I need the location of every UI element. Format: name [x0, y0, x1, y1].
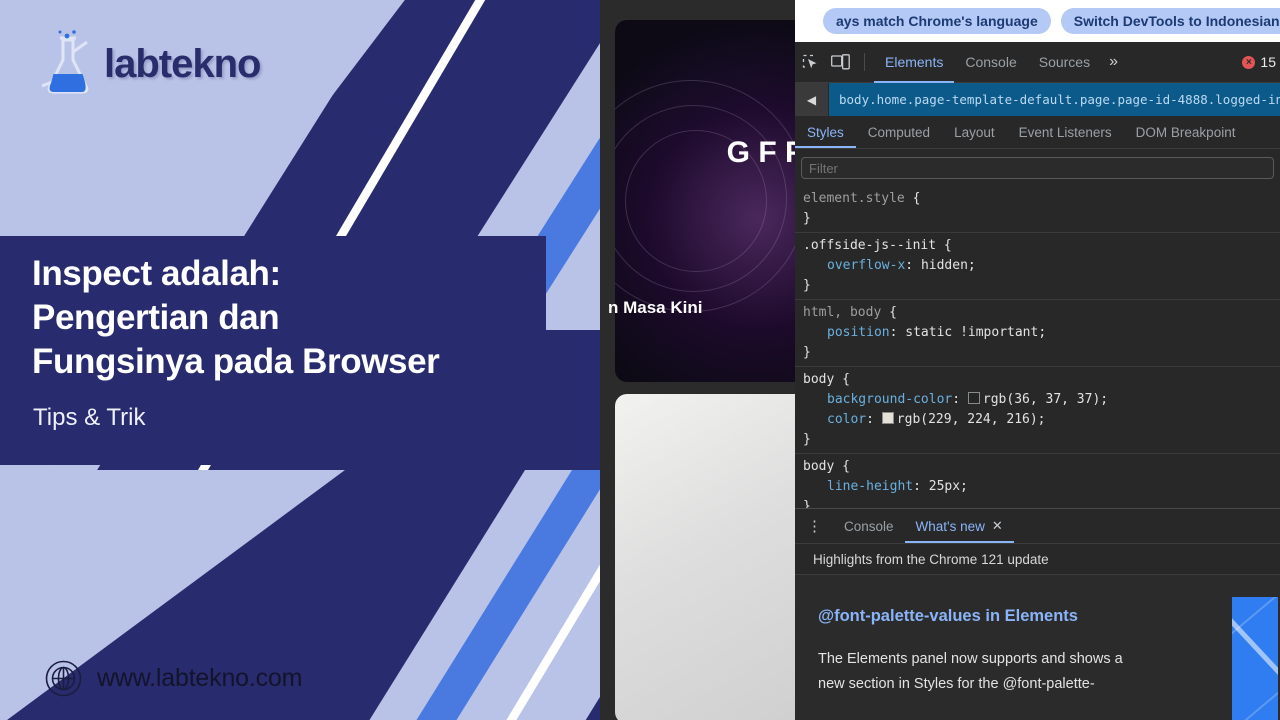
css-declaration[interactable]: background-color: rgb(36, 37, 37);	[803, 390, 1280, 410]
brand-logo: labtekno	[40, 30, 261, 98]
tab-console[interactable]: Console	[954, 42, 1027, 83]
css-selector[interactable]: element.style {	[803, 189, 1280, 209]
error-counter[interactable]: × 15	[1242, 54, 1280, 70]
error-circle-icon: ×	[1242, 55, 1256, 69]
css-rule-close: }	[803, 278, 811, 293]
css-rule[interactable]: html, body {position: static !important;…	[795, 300, 1280, 367]
drawer-tab-console-label: Console	[844, 518, 894, 534]
page-title: Inspect adalah: Pengertian dan Fungsinya…	[32, 254, 440, 381]
css-property: overflow-x	[827, 258, 906, 273]
css-value: rgb(36, 37, 37);	[982, 392, 1109, 407]
styles-rule-list: element.style {} .offside-js--init {overf…	[795, 186, 1280, 521]
css-rule-close: }	[803, 432, 811, 447]
chevron-double-right-icon[interactable]: »	[1101, 53, 1126, 71]
css-property: position	[827, 325, 890, 340]
tab-elements[interactable]: Elements	[874, 42, 954, 83]
css-rule[interactable]: element.style {}	[795, 186, 1280, 233]
screenshot-card-headline: G F P	[726, 136, 805, 169]
close-icon[interactable]: ✕	[992, 518, 1003, 534]
css-rule-close: }	[803, 345, 811, 360]
css-rule-close: }	[803, 211, 811, 226]
dom-breadcrumb-bar: ◀ body.home.page-template-default.page.p…	[795, 83, 1280, 116]
css-selector[interactable]: body {	[803, 457, 1280, 477]
whats-new-article-text: The Elements panel now supports and show…	[818, 651, 1123, 692]
whats-new-thumbnail[interactable]	[1232, 597, 1278, 720]
css-property: color	[827, 412, 867, 427]
css-selector[interactable]: body {	[803, 370, 1280, 390]
logo-text: labtekno	[104, 41, 261, 86]
css-value: static !important;	[905, 325, 1047, 340]
color-swatch[interactable]	[967, 392, 980, 404]
drawer-tab-whats-new[interactable]: What's new ✕	[905, 510, 1014, 543]
screenshot-card-caption: n Masa Kini	[608, 298, 703, 317]
css-declaration[interactable]: color: rgb(229, 224, 216);	[803, 410, 1280, 430]
css-selector[interactable]: .offside-js--init {	[803, 236, 1280, 256]
css-rule[interactable]: .offside-js--init {overflow-x: hidden;}	[795, 233, 1280, 300]
css-rule[interactable]: body {background-color: rgb(36, 37, 37);…	[795, 367, 1280, 454]
css-value: rgb(229, 224, 216);	[896, 412, 1046, 427]
tab-event-listeners[interactable]: Event Listeners	[1007, 116, 1124, 148]
tab-styles[interactable]: Styles	[795, 116, 856, 148]
devtools-language-banner: ays match Chrome's language Switch DevTo…	[795, 0, 1280, 42]
poster-canvas: labtekno Inspect adalah: Pengertian dan …	[0, 0, 1280, 720]
styles-sidebar-tabs: Styles Computed Layout Event Listeners D…	[795, 116, 1280, 149]
css-declaration[interactable]: overflow-x: hidden;	[803, 256, 1280, 276]
whats-new-body: @font-palette-values in Elements The Ele…	[795, 575, 1280, 720]
drawer-tab-console[interactable]: Console	[833, 510, 905, 543]
footer-website: www.labtekno.com	[45, 660, 302, 697]
flask-icon	[41, 30, 89, 94]
chevron-left-icon[interactable]: ◀	[795, 83, 829, 116]
device-toolbar-icon[interactable]	[825, 49, 855, 75]
screenshot-dark-card: G F P	[615, 20, 815, 382]
styles-filter-row	[795, 157, 1280, 183]
globe-icon	[45, 660, 82, 697]
css-declaration[interactable]: position: static !important;	[803, 323, 1280, 343]
css-value: 25px;	[928, 479, 968, 494]
tab-sources[interactable]: Sources	[1028, 42, 1101, 83]
css-selector[interactable]: html, body {	[803, 303, 1280, 323]
tab-layout[interactable]: Layout	[942, 116, 1007, 148]
devtools-toolbar: Elements Console Sources » × 15	[795, 42, 1280, 83]
whats-new-article-heading[interactable]: @font-palette-values in Elements	[818, 607, 1078, 626]
css-declaration[interactable]: line-height: 25px;	[803, 477, 1280, 497]
screenshot-light-card	[615, 394, 815, 720]
color-swatch[interactable]	[881, 412, 894, 424]
vertical-dots-icon[interactable]: ⋮	[795, 517, 833, 535]
css-property: line-height	[827, 479, 914, 494]
banner-message-pill: ays match Chrome's language	[823, 8, 1051, 34]
drawer-tab-bar: ⋮ Console What's new ✕	[795, 509, 1280, 544]
whats-new-subtitle: Highlights from the Chrome 121 update	[795, 544, 1280, 575]
css-property: background-color	[827, 392, 953, 407]
page-subtitle: Tips & Trik	[33, 404, 146, 431]
breadcrumb-selected-node[interactable]: body.home.page-template-default.page.pag…	[829, 83, 1280, 116]
devtools-drawer: ⋮ Console What's new ✕ Highlights from t…	[795, 508, 1280, 720]
footer-url-text: www.labtekno.com	[97, 664, 303, 692]
styles-filter-input[interactable]	[801, 157, 1274, 179]
switch-language-button[interactable]: Switch DevTools to Indonesian	[1060, 8, 1280, 34]
inspect-element-icon[interactable]	[795, 49, 825, 75]
tab-dom-breakpoints[interactable]: DOM Breakpoint	[1124, 116, 1248, 148]
toolbar-divider	[864, 53, 865, 71]
css-value: hidden;	[920, 258, 976, 273]
drawer-tab-whats-new-label: What's new	[915, 518, 985, 534]
devtools-panel: ays match Chrome's language Switch DevTo…	[795, 0, 1280, 720]
error-count: 15	[1260, 54, 1276, 70]
tab-computed[interactable]: Computed	[856, 116, 942, 148]
